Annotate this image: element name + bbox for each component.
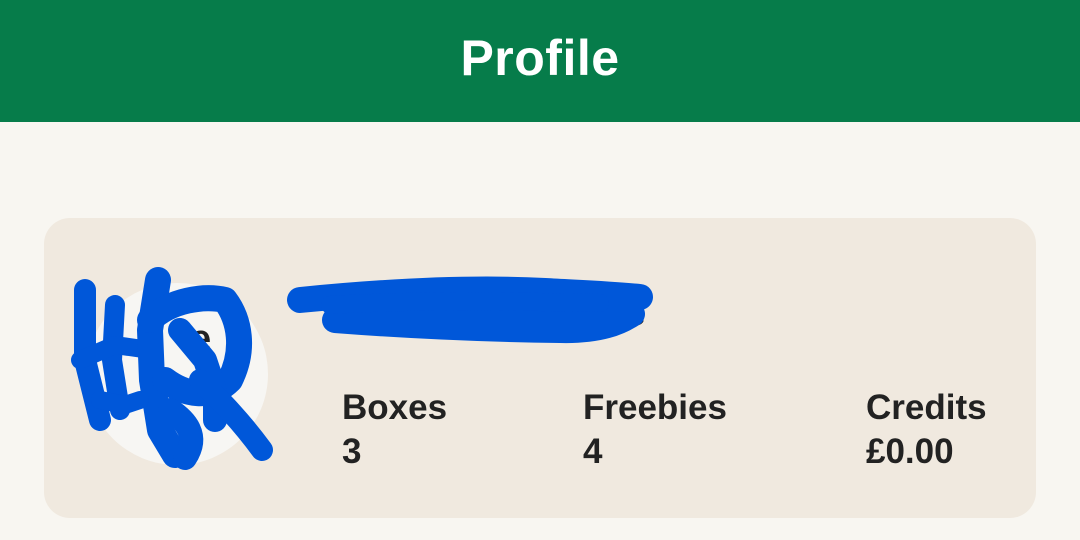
- stat-freebies-label: Freebies: [583, 388, 727, 427]
- profile-username: ane: [590, 296, 646, 332]
- user-avatar-icon: [86, 283, 268, 465]
- app-header: Profile: [0, 0, 1080, 122]
- stat-credits: Credits £0.00: [866, 388, 987, 476]
- stat-freebies-value: 4: [583, 432, 603, 471]
- stat-freebies: Freebies 4: [583, 388, 727, 476]
- avatar-initial: e: [190, 318, 212, 360]
- stat-credits-label: Credits: [866, 388, 987, 427]
- page-title: Profile: [460, 30, 620, 86]
- stat-boxes-value: 3: [342, 432, 362, 471]
- stat-boxes: Boxes 3: [342, 388, 447, 476]
- stat-credits-value: £0.00: [866, 432, 954, 471]
- stat-boxes-label: Boxes: [342, 388, 448, 427]
